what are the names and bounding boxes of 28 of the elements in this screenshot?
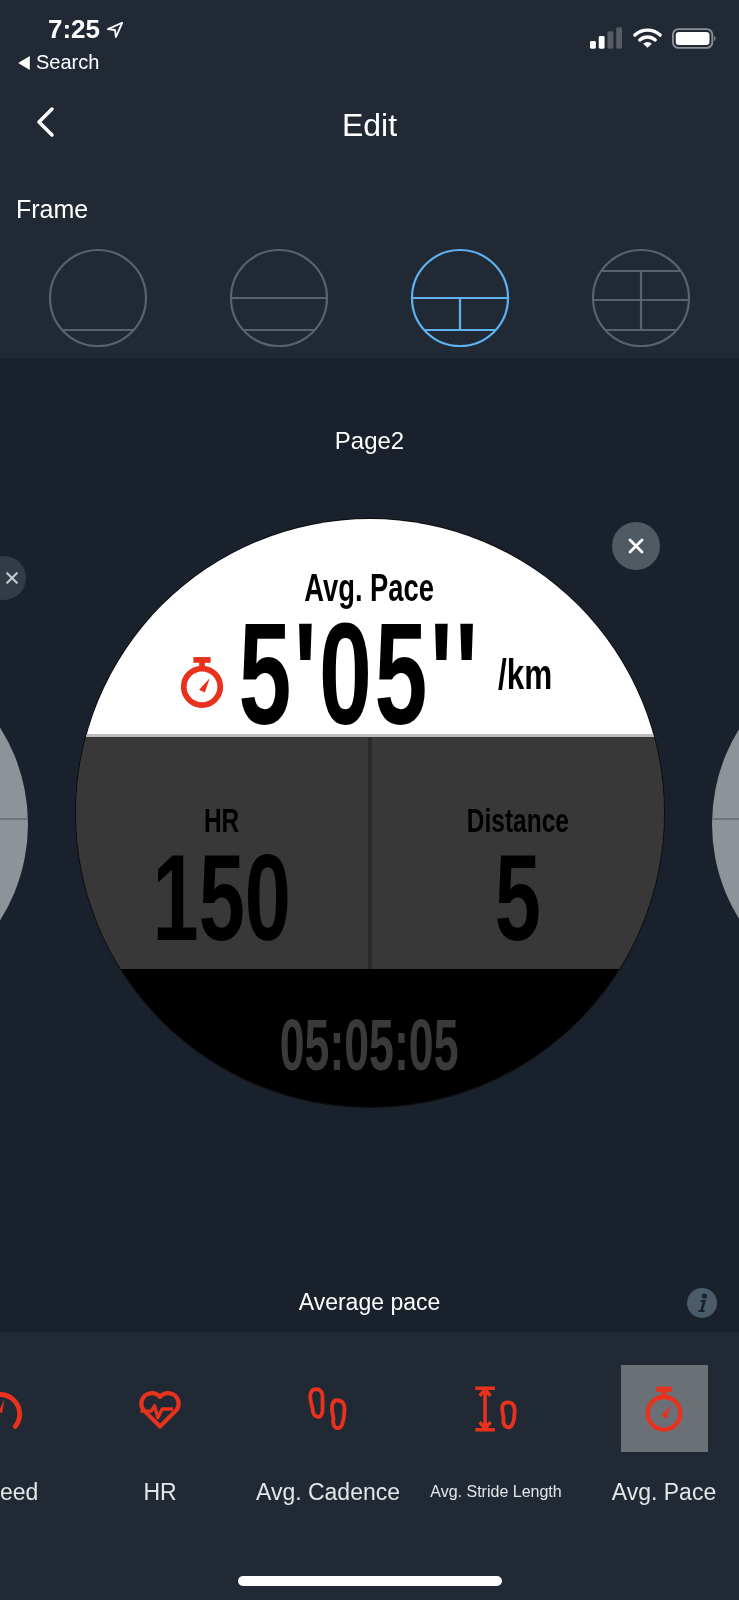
close-icon	[626, 536, 646, 556]
field-option[interactable]: Avg. Stride Length	[412, 1365, 580, 1506]
frame-layout-option[interactable]	[409, 248, 510, 348]
location-arrow-icon	[106, 20, 125, 39]
field-option[interactable]: Avg. Pace	[580, 1365, 739, 1506]
status-time: 7:25	[48, 14, 101, 45]
field-label: Distance	[466, 803, 569, 837]
wifi-icon	[633, 27, 662, 49]
field-value: 150	[152, 837, 291, 959]
field-option[interactable]: eed	[0, 1365, 76, 1506]
unit-label: /km	[497, 654, 553, 696]
back-triangle-icon	[18, 55, 30, 70]
field-value: 05:05:05	[280, 1009, 459, 1087]
field-option[interactable]: Avg. Cadence	[244, 1365, 412, 1506]
screen-title: Edit	[341, 106, 398, 144]
back-to-app-link[interactable]: Search	[18, 51, 125, 74]
signal-icon	[590, 27, 623, 49]
close-icon	[4, 570, 20, 586]
field-description: Average pace	[298, 1288, 441, 1316]
page-title: Page2	[334, 428, 405, 454]
frame-label: Frame	[15, 194, 89, 224]
chevron-left-icon	[35, 106, 55, 138]
field-label: HR	[203, 803, 240, 837]
stride-length-icon	[472, 1384, 520, 1433]
battery-icon	[672, 27, 717, 49]
field-value: 5	[494, 837, 541, 959]
close-button[interactable]	[612, 522, 660, 570]
field-option[interactable]: HR	[76, 1365, 244, 1506]
